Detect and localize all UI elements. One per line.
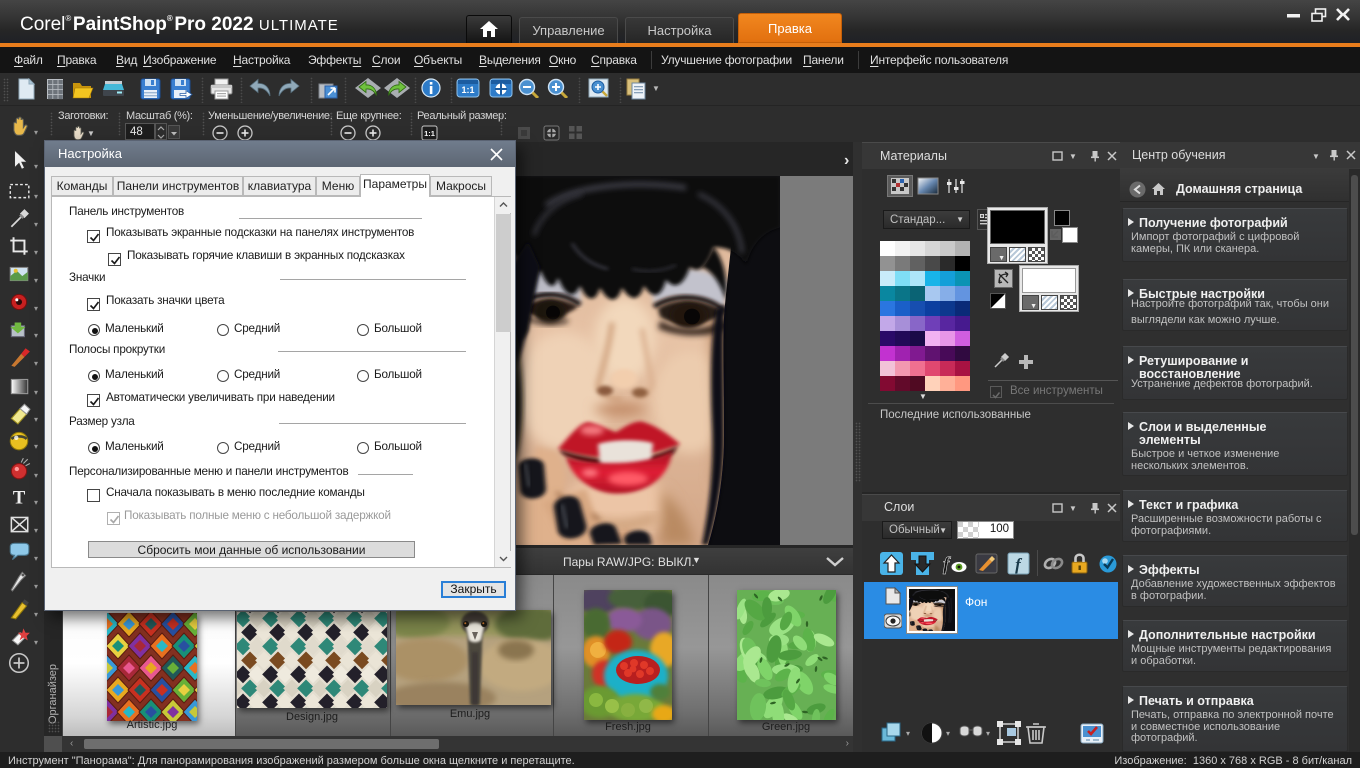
svg-text:f: f	[943, 554, 951, 575]
svg-text:T: T	[13, 488, 26, 508]
svg-text:1:1: 1:1	[461, 85, 474, 95]
svg-text:1:1: 1:1	[424, 129, 435, 138]
